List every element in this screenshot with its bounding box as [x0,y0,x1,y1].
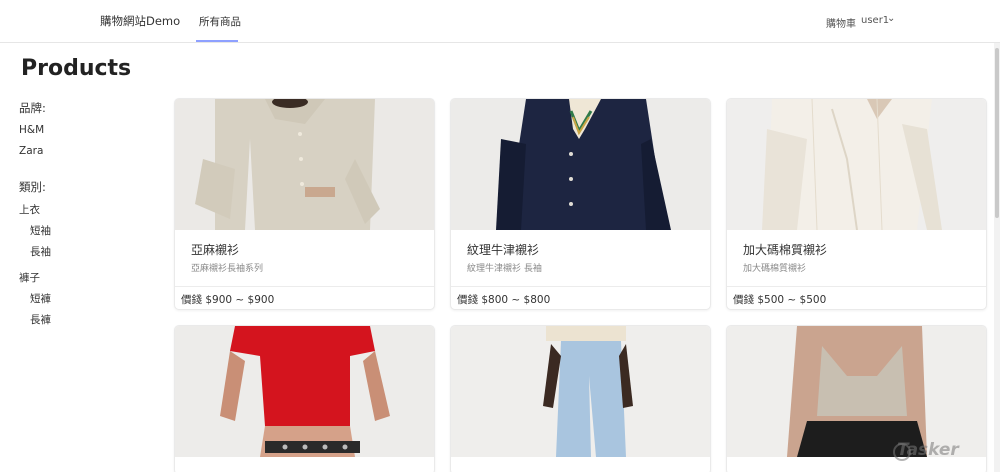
chevron-down-icon[interactable]: ⌄ [887,13,895,24]
product-image[interactable] [727,326,986,457]
category-tops[interactable]: 上衣 [19,202,40,217]
category-bottoms-shorts[interactable]: 短褲 [30,291,51,306]
product-title[interactable]: 亞麻襯衫 [191,241,239,258]
active-nav-indicator [196,40,238,42]
product-price: 價錢 $500 ~ $500 [733,294,827,306]
top-navbar: 購物網站Demo 所有商品 購物車 user1 ⌄ [0,0,1000,43]
product-card[interactable]: 加大碼棉質襯衫 加大碼棉質襯衫 價錢 $500 ~ $500 [726,98,987,310]
user-menu[interactable]: user1 [861,15,889,26]
product-image[interactable] [175,326,434,457]
product-title[interactable]: 加大碼棉質襯衫 [743,241,827,258]
brand-link[interactable]: 購物網站Demo [100,13,180,29]
brand-filter-heading: 品牌: [19,101,46,115]
product-image[interactable] [451,99,710,230]
product-image[interactable] [451,326,710,457]
product-price: 價錢 $900 ~ $900 [181,294,275,306]
brand-filter-zara[interactable]: Zara [19,145,43,157]
product-price: 價錢 $800 ~ $800 [457,294,551,306]
product-subtitle: 亞麻襯衫長袖系列 [191,264,264,274]
product-card[interactable]: 亞麻襯衫 亞麻襯衫長袖系列 價錢 $900 ~ $900 [174,98,435,310]
product-image[interactable] [727,99,986,230]
card-divider [451,286,710,287]
page-title: Products [21,56,132,81]
product-card[interactable] [450,325,711,472]
category-bottoms[interactable]: 褲子 [19,270,40,285]
watermark: Tasker [897,440,959,460]
product-image[interactable] [175,99,434,230]
card-divider [175,286,434,287]
product-title[interactable]: 紋理牛津襯衫 [467,241,539,258]
category-tops-short-sleeve[interactable]: 短袖 [30,223,51,238]
nav-all-products[interactable]: 所有商品 [199,14,241,29]
product-card[interactable] [174,325,435,472]
card-divider [727,286,986,287]
category-bottoms-pants[interactable]: 長褲 [30,312,51,327]
scrollbar-thumb[interactable] [995,48,999,218]
brand-filter-hm[interactable]: H&M [19,124,44,136]
product-subtitle: 紋理牛津襯衫 長袖 [467,264,542,274]
cart-link[interactable]: 購物車 [826,15,856,30]
product-card[interactable]: 紋理牛津襯衫 紋理牛津襯衫 長袖 價錢 $800 ~ $800 [450,98,711,310]
product-subtitle: 加大碼棉質襯衫 [743,264,807,274]
category-tops-long-sleeve[interactable]: 長袖 [30,244,51,259]
category-filter-heading: 類別: [19,180,46,194]
